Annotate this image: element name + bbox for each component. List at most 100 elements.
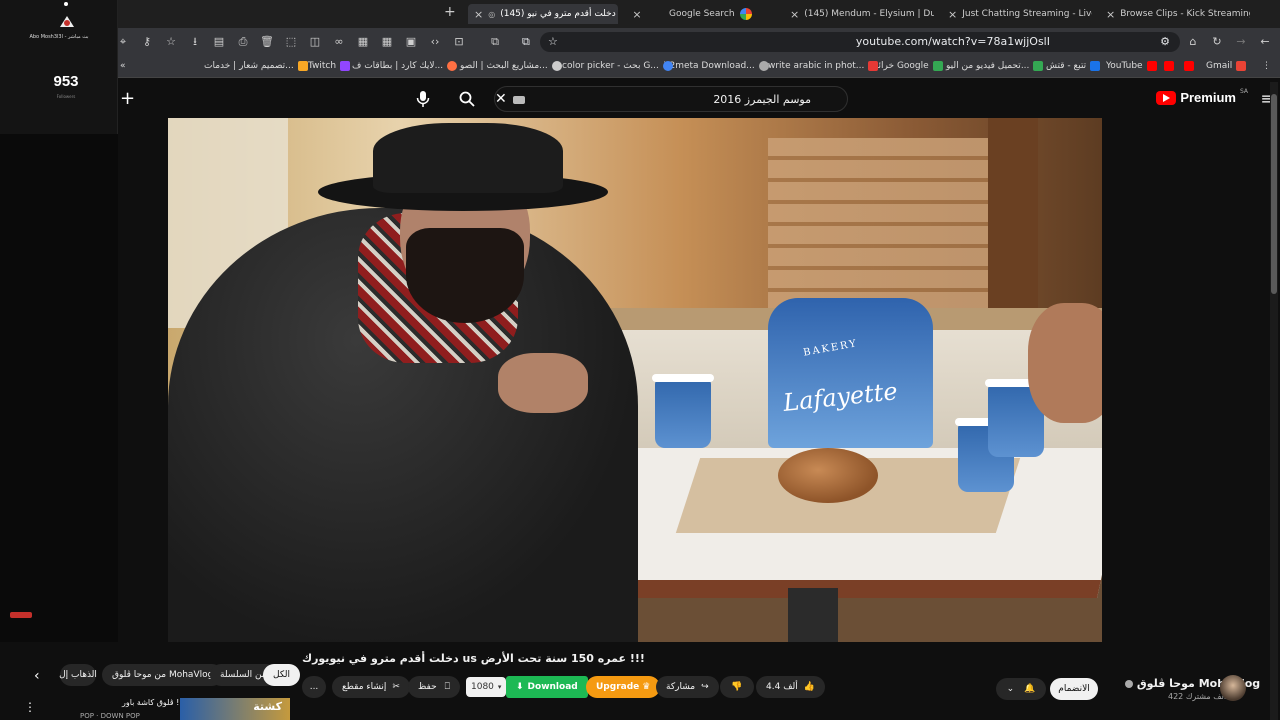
bookmark-item[interactable]: Twitch: [308, 61, 351, 71]
close-tab-icon[interactable]: ×: [632, 8, 642, 21]
close-tab-icon[interactable]: ×: [474, 8, 483, 21]
crown-icon: ♛: [642, 682, 651, 692]
bookmark-item[interactable]: مشاريع البحث | الصو...: [460, 61, 562, 71]
bookmark-label: YouTube: [1106, 61, 1143, 71]
bookmark-item[interactable]: لايك كارد | بطاقات ف...: [352, 61, 458, 71]
bookmarks-more-icon[interactable]: «: [120, 61, 126, 71]
tab-kick-clips[interactable]: × Browse Clips - Kick Streaming: [1100, 4, 1250, 24]
clear-search-icon[interactable]: ✕: [495, 91, 507, 107]
close-tab-icon[interactable]: ×: [790, 8, 799, 21]
tab-kick-live[interactable]: × Just Chatting Streaming - Live: [942, 4, 1092, 24]
forward-icon[interactable]: →: [1234, 35, 1248, 49]
screenshot-icon[interactable]: ⬚: [284, 35, 298, 49]
window-icon[interactable]: ▣: [404, 35, 418, 49]
chip-all[interactable]: الكل: [263, 664, 301, 686]
more-actions-button[interactable]: ...: [302, 676, 326, 698]
recommendation-title[interactable]: ڤلوق كاشة باور !: [122, 698, 179, 707]
dislike-button[interactable]: 👎: [720, 676, 754, 698]
back-icon[interactable]: ←: [1258, 35, 1272, 49]
bookmark-label: خرائط Google: [870, 61, 929, 71]
link-icon[interactable]: ∞: [332, 35, 346, 49]
print-icon[interactable]: ⎙: [236, 35, 250, 49]
tab-youtube-active[interactable]: × ◎ (145) دخلت أقدم مترو في نيو: [468, 4, 618, 24]
chip-gaming[interactable]: الذهاب إل: [59, 664, 97, 686]
reload-icon[interactable]: ↻: [1210, 35, 1224, 49]
save-button[interactable]: حفظ ⎕: [408, 676, 461, 698]
home-icon[interactable]: ⌂: [1186, 35, 1200, 49]
bookmark-item[interactable]: Gmail: [1206, 61, 1247, 71]
page-scrollbar[interactable]: [1270, 82, 1278, 720]
more-vert-icon[interactable]: ⋮: [24, 700, 36, 714]
keyboard-icon[interactable]: [513, 96, 525, 104]
bookmarks-overflow-icon[interactable]: ⋮: [1262, 61, 1271, 71]
browser-toolbar: ← → ↻ ⌂ youtube.com/watch?v=78a1wjjOslI …: [0, 28, 1280, 56]
bookmark-item[interactable]: Y2meta Download...: [664, 61, 769, 71]
mic-icon[interactable]: [416, 90, 430, 108]
search-icon[interactable]: [459, 91, 475, 107]
location-icon[interactable]: ⌖: [116, 35, 130, 49]
bookmark-label: Y2meta Download...: [664, 61, 755, 71]
bookmark-item[interactable]: [1184, 61, 1194, 71]
join-button[interactable]: الانضمام: [1050, 678, 1098, 700]
close-tab-icon[interactable]: ×: [1106, 8, 1115, 21]
download-button[interactable]: ⬇ Download: [506, 676, 588, 698]
channel-avatar[interactable]: [1220, 675, 1246, 701]
search-box[interactable]: ✕ موسم الجيمرز 2016: [494, 86, 848, 112]
clip-button[interactable]: إنشاء مقطع ✂: [332, 676, 410, 698]
share-label: مشاركة: [666, 682, 696, 692]
bookmark-item[interactable]: تحميل فيديو من اليو...: [946, 61, 1044, 71]
upgrade-button[interactable]: Upgrade ♛: [586, 676, 661, 698]
grid-icon[interactable]: ▦: [380, 35, 394, 49]
google-icon: [662, 61, 673, 71]
video-player[interactable]: BAKERY Lafayette: [168, 118, 1102, 642]
scrollbar-thumb[interactable]: [1271, 94, 1277, 294]
recommendation-meta: POP · DOWN POP: [80, 712, 140, 720]
bookmark-label: مشاريع البحث | الصو...: [460, 61, 548, 71]
overlay-avatar-icon: [60, 16, 74, 27]
notification-button[interactable]: ⌄ 🔔: [996, 678, 1046, 700]
bookmark-item[interactable]: تصميم شعار | خدمات...: [204, 61, 308, 71]
youtube-premium-logo[interactable]: Premium SA: [1156, 88, 1248, 105]
download-icon[interactable]: ⭳: [188, 35, 202, 49]
code-icon[interactable]: ‹›: [428, 35, 442, 49]
star-icon[interactable]: ☆: [164, 35, 178, 49]
bookmark-item[interactable]: color picker - بحث G...: [562, 61, 673, 71]
browser-tab-strip: × Browse Clips - Kick Streaming × Just C…: [0, 0, 1280, 28]
chip-from-channel[interactable]: من موحا ڤلوق MohaVlog: [102, 664, 224, 686]
bookmark-label: لايك كارد | بطاقات ف...: [352, 61, 444, 71]
chevron-left-icon[interactable]: ‹: [34, 668, 40, 684]
recommendation-thumbnail[interactable]: كشتة: [180, 698, 290, 720]
tab-label: Google Search: [669, 9, 735, 19]
site-settings-icon[interactable]: ⚙: [1160, 35, 1170, 48]
tab-youtube-mendum[interactable]: × (145) Mendum - Elysium | Dub: [784, 4, 934, 24]
key-icon[interactable]: ⚷: [140, 35, 154, 49]
share-button[interactable]: مشاركة ↪: [656, 676, 719, 698]
car-icon[interactable]: ⊡: [452, 35, 466, 49]
tab-google-search[interactable]: × Google Search: [626, 4, 776, 24]
apps-icon[interactable]: ▦: [356, 35, 370, 49]
scissors-icon: ✂: [392, 682, 400, 692]
trash-icon[interactable]: 🗑: [260, 35, 274, 49]
extensions-icon[interactable]: ⧉: [488, 35, 502, 49]
new-tab-icon[interactable]: +: [444, 4, 456, 20]
like-button[interactable]: 4.4 ألف 👍: [756, 676, 825, 698]
notes-icon[interactable]: ▤: [212, 35, 226, 49]
bookmark-item[interactable]: YouTube: [1106, 61, 1157, 71]
tab-label: Browse Clips - Kick Streaming: [1120, 9, 1250, 19]
bookmark-item[interactable]: write arabic in phot...: [768, 61, 879, 71]
thumbnail-text: كشتة: [253, 700, 282, 713]
bookmark-item[interactable]: خرائط Google: [870, 61, 943, 71]
quality-select[interactable]: 1080 ▾: [466, 677, 507, 697]
address-bar[interactable]: youtube.com/watch?v=78a1wjjOslI ⚙ ☆ ⧉: [522, 32, 1180, 52]
sidebar-icon[interactable]: ◫: [308, 35, 322, 49]
thumbs-down-icon: 👎: [731, 682, 743, 692]
bookmark-item[interactable]: [1164, 61, 1174, 71]
video-table-leg: [788, 588, 838, 642]
share-page-icon[interactable]: ⧉: [522, 35, 530, 49]
left-black-strip: [0, 134, 118, 642]
tab-label: (145) Mendum - Elysium | Dub: [804, 9, 934, 19]
bookmark-star-icon[interactable]: ☆: [548, 35, 558, 48]
search-input[interactable]: موسم الجيمرز 2016: [713, 93, 811, 106]
bookmark-item[interactable]: تتبع - قتش: [1046, 61, 1101, 71]
close-tab-icon[interactable]: ×: [948, 8, 957, 21]
